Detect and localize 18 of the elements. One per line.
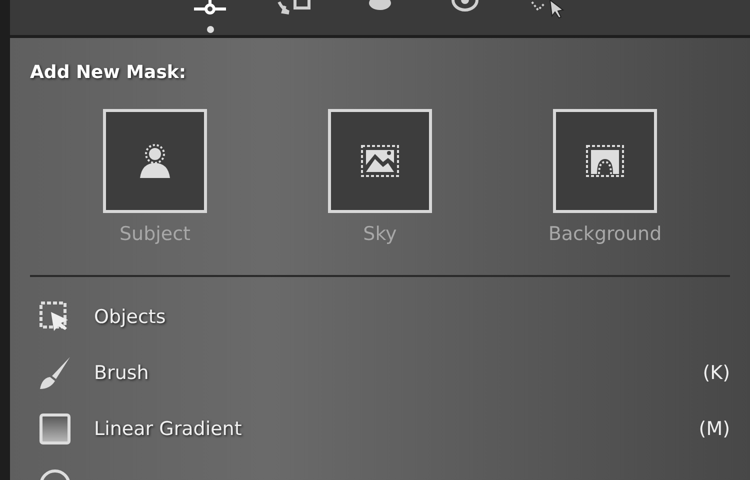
selected-indicator [206,26,214,33]
tool-label: Brush [94,362,149,384]
mask-tool-item[interactable]: Brush (K) [30,355,730,391]
mask-label: Subject [119,223,191,245]
mask-label: Background [548,223,662,245]
mask-button[interactable] [103,109,207,213]
tool-label: Linear Gradient [94,418,242,440]
shortcut-label: (K) [702,362,730,384]
mask-button[interactable] [328,109,432,213]
section-heading: Add New Mask: [30,62,188,83]
mask-tool-item[interactable]: Linear Gradient (M) [30,411,730,447]
gradient-square-icon [38,412,72,446]
brush-icon [38,356,72,390]
tool-label: Objects [94,306,166,328]
mask-button[interactable] [553,109,657,213]
shortcut-label: (M) [698,418,730,440]
mask-tool-item[interactable]: Objects [30,299,730,335]
mask-label: Sky [363,223,397,245]
